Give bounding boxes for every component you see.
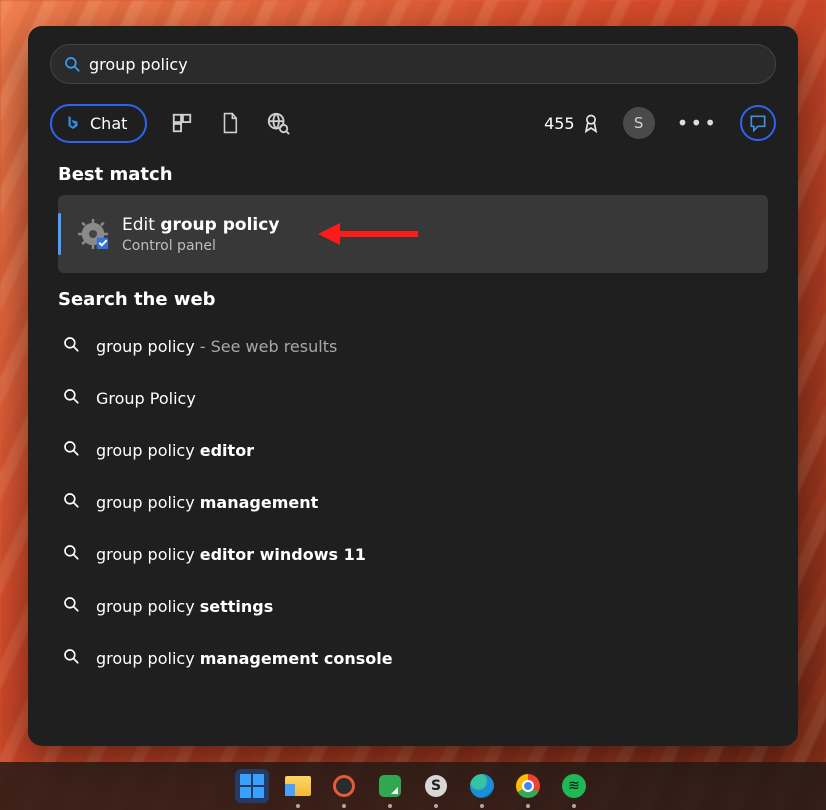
- best-match-header: Best match: [58, 164, 768, 185]
- web-result-6[interactable]: group policy management console: [46, 632, 780, 684]
- spotify-icon: [562, 774, 586, 798]
- edge-icon: [470, 774, 494, 798]
- web-result-1[interactable]: Group Policy: [46, 372, 780, 424]
- avatar-initial: S: [634, 114, 644, 132]
- bing-chat-button[interactable]: [740, 105, 776, 141]
- best-title-prefix: Edit: [122, 215, 160, 235]
- web-result-3[interactable]: group policy management: [46, 476, 780, 528]
- folder-icon: [285, 776, 311, 796]
- chrome-icon: [516, 774, 540, 798]
- taskbar-app-3[interactable]: [327, 769, 361, 803]
- bing-icon: [64, 114, 82, 132]
- search-icon: [62, 491, 80, 513]
- taskbar-app-4[interactable]: [373, 769, 407, 803]
- chat-bubble-icon: [748, 113, 768, 133]
- search-web-header: Search the web: [58, 289, 768, 310]
- start-button[interactable]: [235, 769, 269, 803]
- ring-icon: [333, 775, 355, 797]
- best-subtitle: Control panel: [122, 238, 279, 254]
- taskbar-app-5[interactable]: S: [419, 769, 453, 803]
- web-results-list: group policy - See web results Group Poli…: [46, 320, 780, 684]
- more-icon[interactable]: •••: [677, 111, 718, 135]
- search-icon: [62, 595, 80, 617]
- search-icon: [63, 55, 81, 73]
- chrome-app[interactable]: [511, 769, 545, 803]
- best-title-bold: group policy: [160, 215, 279, 235]
- filter-row: Chat 455 S •••: [50, 98, 776, 148]
- search-icon: [62, 387, 80, 409]
- web-filter-icon[interactable]: [265, 110, 291, 136]
- edge-app[interactable]: [465, 769, 499, 803]
- start-search-panel: Chat 455 S •••: [28, 26, 798, 746]
- web-result-text: group policy management console: [96, 649, 393, 668]
- web-result-2[interactable]: group policy editor: [46, 424, 780, 476]
- web-result-text: group policy settings: [96, 597, 273, 616]
- web-result-text: group policy editor windows 11: [96, 545, 366, 564]
- gear-icon: [78, 219, 108, 249]
- web-result-text: group policy management: [96, 493, 318, 512]
- rewards-points[interactable]: 455: [544, 113, 601, 133]
- chat-filter[interactable]: Chat: [50, 104, 147, 143]
- taskbar: S: [0, 762, 826, 810]
- rewards-icon: [581, 113, 601, 133]
- documents-filter-icon[interactable]: [217, 110, 243, 136]
- apps-filter-icon[interactable]: [169, 110, 195, 136]
- web-result-4[interactable]: group policy editor windows 11: [46, 528, 780, 580]
- annotation-arrow: [318, 219, 418, 249]
- web-result-5[interactable]: group policy settings: [46, 580, 780, 632]
- search-box[interactable]: [50, 44, 776, 84]
- s-icon: S: [425, 775, 447, 797]
- web-result-text: group policy editor: [96, 441, 254, 460]
- search-icon: [62, 543, 80, 565]
- green-app-icon: [379, 775, 401, 797]
- windows-icon: [240, 774, 264, 798]
- spotify-app[interactable]: [557, 769, 591, 803]
- web-result-text: Group Policy: [96, 389, 196, 408]
- file-explorer-app[interactable]: [281, 769, 315, 803]
- search-icon: [62, 335, 80, 357]
- web-result-text: group policy - See web results: [96, 337, 337, 356]
- web-result-0[interactable]: group policy - See web results: [46, 320, 780, 372]
- search-icon: [62, 647, 80, 669]
- points-value: 455: [544, 114, 575, 133]
- best-match-text: Edit group policy Control panel: [122, 215, 279, 254]
- search-input[interactable]: [89, 55, 763, 74]
- user-avatar[interactable]: S: [623, 107, 655, 139]
- search-icon: [62, 439, 80, 461]
- chat-label: Chat: [90, 114, 127, 133]
- best-match-result[interactable]: Edit group policy Control panel: [58, 195, 768, 273]
